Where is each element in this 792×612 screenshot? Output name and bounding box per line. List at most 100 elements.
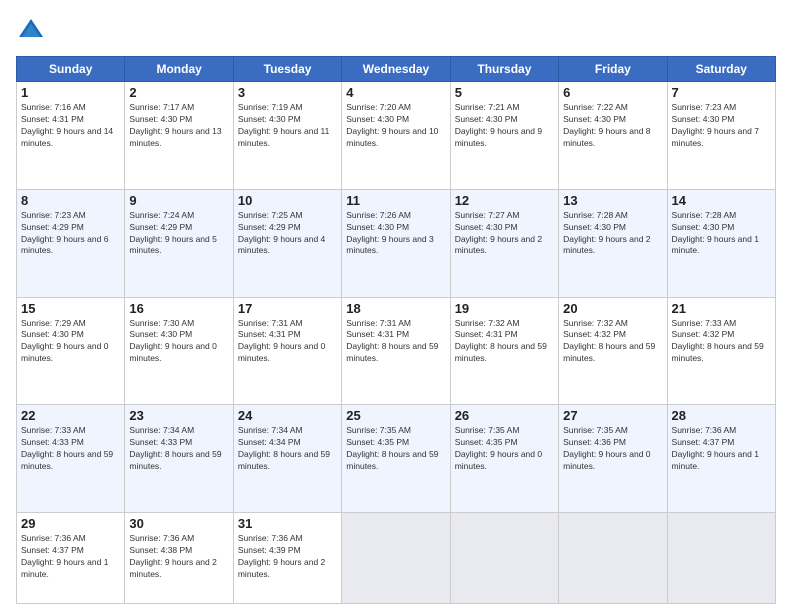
day-info: Sunrise: 7:31 AMSunset: 4:31 PMDaylight:… — [238, 318, 337, 366]
day-number: 29 — [21, 516, 120, 531]
day-number: 1 — [21, 85, 120, 100]
header — [16, 16, 776, 46]
day-info: Sunrise: 7:36 AMSunset: 4:37 PMDaylight:… — [672, 425, 771, 473]
day-header-thursday: Thursday — [450, 57, 558, 82]
day-number: 9 — [129, 193, 228, 208]
day-info: Sunrise: 7:34 AMSunset: 4:34 PMDaylight:… — [238, 425, 337, 473]
calendar-cell: 31 Sunrise: 7:36 AMSunset: 4:39 PMDayligh… — [233, 513, 341, 604]
calendar-cell: 7 Sunrise: 7:23 AMSunset: 4:30 PMDaylight… — [667, 82, 775, 190]
calendar-cell: 8Sunrise: 7:23 AMSunset: 4:29 PMDaylight… — [17, 189, 125, 297]
day-number: 5 — [455, 85, 554, 100]
day-number: 21 — [672, 301, 771, 316]
day-header-tuesday: Tuesday — [233, 57, 341, 82]
day-number: 14 — [672, 193, 771, 208]
day-info: Sunrise: 7:20 AMSunset: 4:30 PMDaylight:… — [346, 102, 445, 150]
day-info: Sunrise: 7:27 AMSunset: 4:30 PMDaylight:… — [455, 210, 554, 258]
day-number: 10 — [238, 193, 337, 208]
day-number: 24 — [238, 408, 337, 423]
day-number: 4 — [346, 85, 445, 100]
logo — [16, 16, 50, 46]
calendar-cell: 28 Sunrise: 7:36 AMSunset: 4:37 PMDayligh… — [667, 405, 775, 513]
day-info: Sunrise: 7:31 AMSunset: 4:31 PMDaylight:… — [346, 318, 445, 366]
calendar-cell: 14 Sunrise: 7:28 AMSunset: 4:30 PMDayligh… — [667, 189, 775, 297]
day-info: Sunrise: 7:36 AMSunset: 4:37 PMDaylight:… — [21, 533, 120, 581]
day-info: Sunrise: 7:21 AMSunset: 4:30 PMDaylight:… — [455, 102, 554, 150]
day-info: Sunrise: 7:23 AMSunset: 4:30 PMDaylight:… — [672, 102, 771, 150]
day-number: 7 — [672, 85, 771, 100]
day-info: Sunrise: 7:32 AMSunset: 4:32 PMDaylight:… — [563, 318, 662, 366]
day-number: 12 — [455, 193, 554, 208]
calendar-cell: 12 Sunrise: 7:27 AMSunset: 4:30 PMDayligh… — [450, 189, 558, 297]
calendar-cell: 15 Sunrise: 7:29 AMSunset: 4:30 PMDayligh… — [17, 297, 125, 405]
calendar-cell: 13 Sunrise: 7:28 AMSunset: 4:30 PMDayligh… — [559, 189, 667, 297]
day-number: 3 — [238, 85, 337, 100]
calendar-cell: 4 Sunrise: 7:20 AMSunset: 4:30 PMDaylight… — [342, 82, 450, 190]
day-info: Sunrise: 7:17 AMSunset: 4:30 PMDaylight:… — [129, 102, 228, 150]
day-header-saturday: Saturday — [667, 57, 775, 82]
calendar-week-row: 22 Sunrise: 7:33 AMSunset: 4:33 PMDayligh… — [17, 405, 776, 513]
day-info: Sunrise: 7:28 AMSunset: 4:30 PMDaylight:… — [672, 210, 771, 258]
calendar-cell: 29 Sunrise: 7:36 AMSunset: 4:37 PMDayligh… — [17, 513, 125, 604]
calendar-cell — [667, 513, 775, 604]
day-number: 30 — [129, 516, 228, 531]
day-number: 18 — [346, 301, 445, 316]
day-header-monday: Monday — [125, 57, 233, 82]
day-info: Sunrise: 7:19 AMSunset: 4:30 PMDaylight:… — [238, 102, 337, 150]
calendar-week-row: 29 Sunrise: 7:36 AMSunset: 4:37 PMDayligh… — [17, 513, 776, 604]
day-number: 20 — [563, 301, 662, 316]
calendar-week-row: 8Sunrise: 7:23 AMSunset: 4:29 PMDaylight… — [17, 189, 776, 297]
day-header-sunday: Sunday — [17, 57, 125, 82]
day-info: Sunrise: 7:34 AMSunset: 4:33 PMDaylight:… — [129, 425, 228, 473]
calendar-cell: 20 Sunrise: 7:32 AMSunset: 4:32 PMDayligh… — [559, 297, 667, 405]
day-number: 31 — [238, 516, 337, 531]
calendar-cell: 2Sunrise: 7:17 AMSunset: 4:30 PMDaylight… — [125, 82, 233, 190]
calendar-cell: 9 Sunrise: 7:24 AMSunset: 4:29 PMDaylight… — [125, 189, 233, 297]
calendar-cell: 10 Sunrise: 7:25 AMSunset: 4:29 PMDayligh… — [233, 189, 341, 297]
calendar-cell: 16Sunrise: 7:30 AMSunset: 4:30 PMDayligh… — [125, 297, 233, 405]
day-number: 26 — [455, 408, 554, 423]
calendar-cell: 23 Sunrise: 7:34 AMSunset: 4:33 PMDayligh… — [125, 405, 233, 513]
day-info: Sunrise: 7:26 AMSunset: 4:30 PMDaylight:… — [346, 210, 445, 258]
calendar-cell — [450, 513, 558, 604]
calendar-cell — [342, 513, 450, 604]
calendar-cell: 24 Sunrise: 7:34 AMSunset: 4:34 PMDayligh… — [233, 405, 341, 513]
calendar-cell: 27Sunrise: 7:35 AMSunset: 4:36 PMDayligh… — [559, 405, 667, 513]
logo-icon — [16, 16, 46, 46]
day-info: Sunrise: 7:24 AMSunset: 4:29 PMDaylight:… — [129, 210, 228, 258]
day-number: 11 — [346, 193, 445, 208]
day-header-friday: Friday — [559, 57, 667, 82]
calendar-cell: 6Sunrise: 7:22 AMSunset: 4:30 PMDaylight… — [559, 82, 667, 190]
day-number: 13 — [563, 193, 662, 208]
day-info: Sunrise: 7:32 AMSunset: 4:31 PMDaylight:… — [455, 318, 554, 366]
day-info: Sunrise: 7:33 AMSunset: 4:33 PMDaylight:… — [21, 425, 120, 473]
calendar-table: SundayMondayTuesdayWednesdayThursdayFrid… — [16, 56, 776, 604]
day-info: Sunrise: 7:33 AMSunset: 4:32 PMDaylight:… — [672, 318, 771, 366]
day-info: Sunrise: 7:28 AMSunset: 4:30 PMDaylight:… — [563, 210, 662, 258]
day-info: Sunrise: 7:35 AMSunset: 4:35 PMDaylight:… — [455, 425, 554, 473]
day-number: 27 — [563, 408, 662, 423]
calendar-cell: 1 Sunrise: 7:16 AMSunset: 4:31 PMDaylight… — [17, 82, 125, 190]
day-number: 17 — [238, 301, 337, 316]
day-number: 19 — [455, 301, 554, 316]
calendar-cell: 30Sunrise: 7:36 AMSunset: 4:38 PMDayligh… — [125, 513, 233, 604]
day-header-wednesday: Wednesday — [342, 57, 450, 82]
calendar-cell: 17 Sunrise: 7:31 AMSunset: 4:31 PMDayligh… — [233, 297, 341, 405]
day-info: Sunrise: 7:29 AMSunset: 4:30 PMDaylight:… — [21, 318, 120, 366]
calendar-cell: 19 Sunrise: 7:32 AMSunset: 4:31 PMDayligh… — [450, 297, 558, 405]
day-number: 23 — [129, 408, 228, 423]
calendar-cell: 26 Sunrise: 7:35 AMSunset: 4:35 PMDayligh… — [450, 405, 558, 513]
calendar-week-row: 15 Sunrise: 7:29 AMSunset: 4:30 PMDayligh… — [17, 297, 776, 405]
day-number: 15 — [21, 301, 120, 316]
calendar-cell — [559, 513, 667, 604]
day-number: 6 — [563, 85, 662, 100]
calendar-cell: 3 Sunrise: 7:19 AMSunset: 4:30 PMDaylight… — [233, 82, 341, 190]
calendar-header-row: SundayMondayTuesdayWednesdayThursdayFrid… — [17, 57, 776, 82]
day-info: Sunrise: 7:36 AMSunset: 4:39 PMDaylight:… — [238, 533, 337, 581]
day-number: 28 — [672, 408, 771, 423]
day-info: Sunrise: 7:16 AMSunset: 4:31 PMDaylight:… — [21, 102, 120, 150]
day-info: Sunrise: 7:25 AMSunset: 4:29 PMDaylight:… — [238, 210, 337, 258]
day-number: 22 — [21, 408, 120, 423]
day-number: 25 — [346, 408, 445, 423]
calendar-cell: 11 Sunrise: 7:26 AMSunset: 4:30 PMDayligh… — [342, 189, 450, 297]
day-info: Sunrise: 7:23 AMSunset: 4:29 PMDaylight:… — [21, 210, 120, 258]
